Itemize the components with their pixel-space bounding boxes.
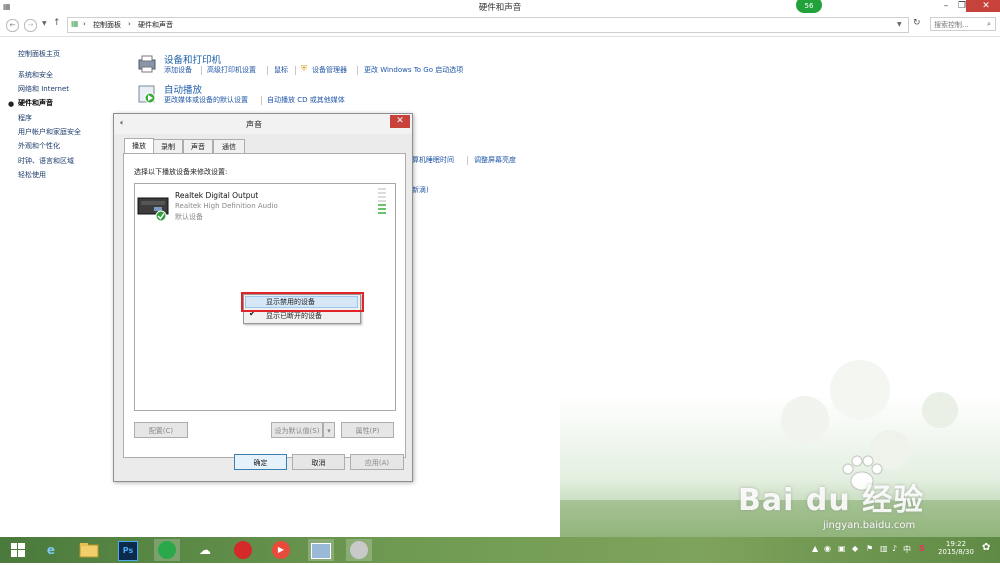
sidebar-item-system-security[interactable]: 系统和安全 bbox=[18, 70, 53, 80]
device-manager-link[interactable]: 设备管理器 bbox=[312, 65, 347, 75]
ok-button[interactable]: 确定 bbox=[234, 454, 287, 470]
refresh-icon[interactable]: ↻ bbox=[913, 18, 921, 28]
address-toolbar: ← → ▼ ↑ ▦ › 控制面板 › 硬件和声音 ▼ ↻ 搜索控制... ⌕ bbox=[0, 14, 1000, 37]
dialog-close-button[interactable]: ✕ bbox=[390, 115, 410, 128]
current-item-bullet-icon: ● bbox=[8, 100, 15, 108]
dialog-titlebar[interactable]: 🔈︎ 声音 ✕ bbox=[114, 114, 412, 134]
sound-taskbar-icon[interactable] bbox=[346, 539, 372, 561]
network-icon[interactable]: ▥ bbox=[880, 544, 888, 553]
sidebar-item-user-accounts[interactable]: 用户帐户和家庭安全 bbox=[18, 127, 81, 137]
address-dropdown-icon[interactable]: ▼ bbox=[897, 21, 902, 28]
volume-icon[interactable]: ♪ bbox=[892, 544, 897, 553]
sidebar-item-programs[interactable]: 程序 bbox=[18, 113, 32, 123]
annotation-highlight-box bbox=[241, 292, 364, 312]
tab-recording[interactable]: 录制 bbox=[153, 139, 183, 154]
sleep-time-link[interactable]: 算机睡眠时间 bbox=[412, 155, 454, 165]
volume-level-meter bbox=[378, 188, 386, 214]
sidebar-item-home[interactable]: 控制面板主页 bbox=[18, 49, 60, 59]
recent-locations-icon[interactable]: ▼ bbox=[42, 20, 47, 27]
windows-to-go-link[interactable]: 更改 Windows To Go 启动选项 bbox=[364, 65, 463, 75]
properties-button[interactable]: 属性(P) bbox=[341, 422, 394, 438]
autoplay-icon[interactable] bbox=[136, 84, 158, 104]
sidebar-item-clock-region[interactable]: 时钟、语言和区域 bbox=[18, 156, 74, 166]
sogou-ime-icon[interactable]: S bbox=[919, 544, 925, 553]
up-arrow-icon[interactable]: ↑ bbox=[53, 18, 61, 28]
device-driver: Realtek High Definition Audio bbox=[175, 202, 278, 210]
change-media-defaults-link[interactable]: 更改媒体或设备的默认设置 bbox=[164, 95, 248, 105]
sidebar-item-appearance[interactable]: 外观和个性化 bbox=[18, 141, 60, 151]
dialog-title: 声音 bbox=[246, 120, 262, 129]
photoshop-icon[interactable]: Ps bbox=[115, 539, 141, 561]
sidebar-item-hardware-sound[interactable]: 硬件和声音 bbox=[18, 98, 53, 108]
show-hidden-icons[interactable]: ▲ bbox=[812, 544, 818, 553]
apply-button[interactable]: 应用(A) bbox=[350, 454, 404, 470]
security-tray-icon[interactable]: ◆ bbox=[852, 544, 858, 553]
start-button[interactable] bbox=[5, 539, 31, 561]
cloud-app-icon[interactable]: ☁ bbox=[192, 539, 218, 561]
sidebar-item-ease-of-access[interactable]: 轻松使用 bbox=[18, 170, 46, 180]
internet-explorer-icon[interactable]: e bbox=[38, 539, 64, 561]
taskbar: e Ps ☁ ▶ ▲ ◉ ▣ ◆ ⚑ ▥ ♪ 中 S 19:22 2015/8/… bbox=[0, 537, 1000, 563]
notification-badge[interactable]: 56 bbox=[795, 0, 823, 14]
action-center-icon[interactable]: ⚑ bbox=[866, 544, 873, 553]
sound-dialog: 🔈︎ 声音 ✕ 播放 录制 声音 通信 选择以下播放设备来修改设置: Realt… bbox=[113, 113, 413, 482]
qq-icon[interactable]: ◉ bbox=[824, 544, 831, 553]
set-default-button[interactable]: 设为默认值(S) bbox=[271, 422, 323, 438]
autoplay-cd-link[interactable]: 自动播放 CD 或其他媒体 bbox=[267, 95, 345, 105]
ime-indicator[interactable]: 中 bbox=[903, 544, 911, 555]
printer-icon[interactable] bbox=[136, 54, 158, 74]
divider bbox=[201, 66, 202, 75]
back-button[interactable]: ← bbox=[6, 19, 19, 32]
tab-sounds[interactable]: 声音 bbox=[183, 139, 213, 154]
window-titlebar: ▦ 硬件和声音 56 – ❐ ✕ bbox=[0, 0, 1000, 14]
sidebar-item-network[interactable]: 网络和 Internet bbox=[18, 84, 69, 94]
breadcrumb-hardware-sound[interactable]: 硬件和声音 bbox=[138, 20, 173, 30]
control-panel-taskbar-icon[interactable] bbox=[308, 539, 334, 561]
partial-link[interactable]: 新滴) bbox=[412, 185, 429, 195]
baidu-watermark: Bai du 经验 bbox=[738, 483, 925, 518]
search-icon[interactable]: ⌕ bbox=[987, 20, 991, 29]
netease-music-icon[interactable] bbox=[230, 539, 256, 561]
video-player-icon[interactable]: ▶ bbox=[268, 539, 294, 561]
mouse-link[interactable]: 鼠标 bbox=[274, 65, 288, 75]
menu-item-show-disconnected[interactable]: 显示已断开的设备 bbox=[266, 311, 322, 321]
digital-output-device-icon bbox=[137, 192, 169, 222]
window-title: 硬件和声音 bbox=[478, 3, 522, 13]
divider bbox=[267, 66, 268, 75]
clock-time: 19:22 bbox=[945, 540, 967, 548]
add-device-link[interactable]: 添加设备 bbox=[164, 65, 192, 75]
address-bar[interactable]: ▦ › 控制面板 › 硬件和声音 ▼ bbox=[67, 17, 909, 33]
network-tray-icon[interactable]: ▣ bbox=[838, 544, 846, 553]
instruction-text: 选择以下播放设备来修改设置: bbox=[134, 168, 228, 176]
clock[interactable]: 19:22 2015/8/30 bbox=[934, 540, 978, 556]
forward-button[interactable]: → bbox=[24, 19, 37, 32]
shield-icon: ⛨ bbox=[301, 64, 307, 73]
set-default-dropdown-button[interactable]: ▾ bbox=[323, 422, 335, 438]
configure-button[interactable]: 配置(C) bbox=[134, 422, 188, 438]
device-name: Realtek Digital Output bbox=[175, 191, 259, 200]
divider bbox=[261, 96, 262, 105]
breadcrumb-control-panel[interactable]: 控制面板 bbox=[93, 20, 121, 30]
divider bbox=[467, 156, 468, 165]
green-app-icon[interactable] bbox=[154, 539, 180, 561]
tab-communications[interactable]: 通信 bbox=[213, 139, 245, 154]
devices-printers-heading[interactable]: 设备和打印机 bbox=[164, 52, 221, 66]
divider bbox=[295, 66, 296, 75]
advanced-printer-link[interactable]: 高级打印机设置 bbox=[207, 65, 256, 75]
breadcrumb-separator-icon[interactable]: › bbox=[83, 20, 86, 28]
notification-icon[interactable]: ✿ bbox=[982, 542, 990, 553]
file-explorer-icon[interactable] bbox=[76, 539, 102, 561]
device-status: 默认设备 bbox=[175, 213, 203, 221]
cancel-button[interactable]: 取消 bbox=[292, 454, 345, 470]
baidu-watermark-url: jingyan.baidu.com bbox=[823, 520, 916, 531]
clock-date: 2015/8/30 bbox=[938, 548, 974, 556]
screen-brightness-link[interactable]: 调整屏幕亮度 bbox=[474, 155, 516, 165]
breadcrumb-separator-icon[interactable]: › bbox=[128, 20, 131, 28]
divider bbox=[357, 66, 358, 75]
close-window-button[interactable]: ✕ bbox=[966, 0, 1000, 12]
autoplay-heading[interactable]: 自动播放 bbox=[164, 82, 202, 96]
control-panel-icon: ▦ bbox=[71, 19, 79, 28]
